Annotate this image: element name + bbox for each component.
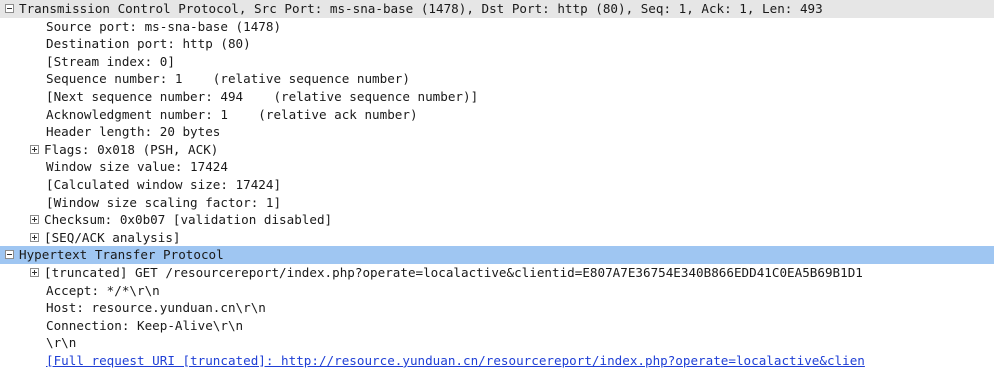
- tree-collapse-icon[interactable]: [5, 4, 14, 13]
- field-row[interactable]: Checksum: 0x0b07 [validation disabled]: [0, 211, 994, 229]
- field-row[interactable]: [truncated] GET /resourcereport/index.ph…: [0, 264, 994, 282]
- field-row[interactable]: [Next sequence number: 494 (relative seq…: [0, 88, 994, 106]
- row-label: Transmission Control Protocol, Src Port:…: [19, 1, 823, 16]
- field-row[interactable]: [Window size scaling factor: 1]: [0, 194, 994, 212]
- field-row[interactable]: Connection: Keep-Alive\r\n: [0, 317, 994, 335]
- row-label: Flags: 0x018 (PSH, ACK): [44, 141, 219, 157]
- row-label: Acknowledgment number: 1 (relative ack n…: [46, 106, 418, 122]
- row-label: Window size value: 17424: [46, 159, 228, 175]
- field-row[interactable]: Destination port: http (80): [0, 35, 994, 53]
- tree-expand-icon[interactable]: [30, 267, 39, 277]
- row-label: [Stream index: 0]: [46, 53, 175, 69]
- field-row[interactable]: Acknowledgment number: 1 (relative ack n…: [0, 106, 994, 124]
- tree-collapse-icon[interactable]: [5, 250, 14, 260]
- field-row[interactable]: [Stream index: 0]: [0, 53, 994, 71]
- row-label: Sequence number: 1 (relative sequence nu…: [46, 71, 410, 87]
- row-label: [Window size scaling factor: 1]: [46, 194, 282, 210]
- row-label: Connection: Keep-Alive\r\n: [46, 317, 244, 333]
- row-label: [SEQ/ACK analysis]: [44, 229, 181, 245]
- row-label: Hypertext Transfer Protocol: [19, 247, 224, 263]
- field-row[interactable]: Source port: ms-sna-base (1478): [0, 18, 994, 36]
- field-row[interactable]: \r\n: [0, 334, 994, 352]
- field-row[interactable]: Sequence number: 1 (relative sequence nu…: [0, 70, 994, 88]
- field-row[interactable]: [SEQ/ACK analysis]: [0, 229, 994, 247]
- field-row[interactable]: [Calculated window size: 17424]: [0, 176, 994, 194]
- field-row[interactable]: [Full request URI [truncated]: http://re…: [0, 352, 994, 370]
- protocol-row[interactable]: Hypertext Transfer Protocol: [0, 246, 994, 264]
- row-label: [Calculated window size: 17424]: [46, 176, 282, 192]
- protocol-row[interactable]: Transmission Control Protocol, Src Port:…: [0, 0, 994, 18]
- packet-details-tree: Transmission Control Protocol, Src Port:…: [0, 0, 994, 369]
- full-request-uri-link[interactable]: [Full request URI [truncated]: http://re…: [46, 352, 865, 370]
- row-label: Host: resource.yunduan.cn\r\n: [46, 300, 266, 316]
- row-label: Destination port: http (80): [46, 36, 251, 52]
- row-label: Checksum: 0x0b07 [validation disabled]: [44, 212, 333, 228]
- row-label: Accept: */*\r\n: [46, 282, 160, 298]
- field-row[interactable]: Flags: 0x018 (PSH, ACK): [0, 141, 994, 159]
- tree-expand-icon[interactable]: [30, 144, 39, 154]
- field-row[interactable]: Header length: 20 bytes: [0, 123, 994, 141]
- field-row[interactable]: Accept: */*\r\n: [0, 282, 994, 300]
- row-label: [Next sequence number: 494 (relative seq…: [46, 88, 479, 104]
- field-row[interactable]: Window size value: 17424: [0, 158, 994, 176]
- tree-expand-icon[interactable]: [30, 232, 39, 242]
- field-row[interactable]: Host: resource.yunduan.cn\r\n: [0, 299, 994, 317]
- tree-expand-icon[interactable]: [30, 215, 39, 225]
- row-label: [truncated] GET /resourcereport/index.ph…: [44, 264, 863, 280]
- row-label: Header length: 20 bytes: [46, 124, 221, 140]
- row-label: Source port: ms-sna-base (1478): [46, 18, 282, 34]
- row-label: \r\n: [46, 335, 77, 351]
